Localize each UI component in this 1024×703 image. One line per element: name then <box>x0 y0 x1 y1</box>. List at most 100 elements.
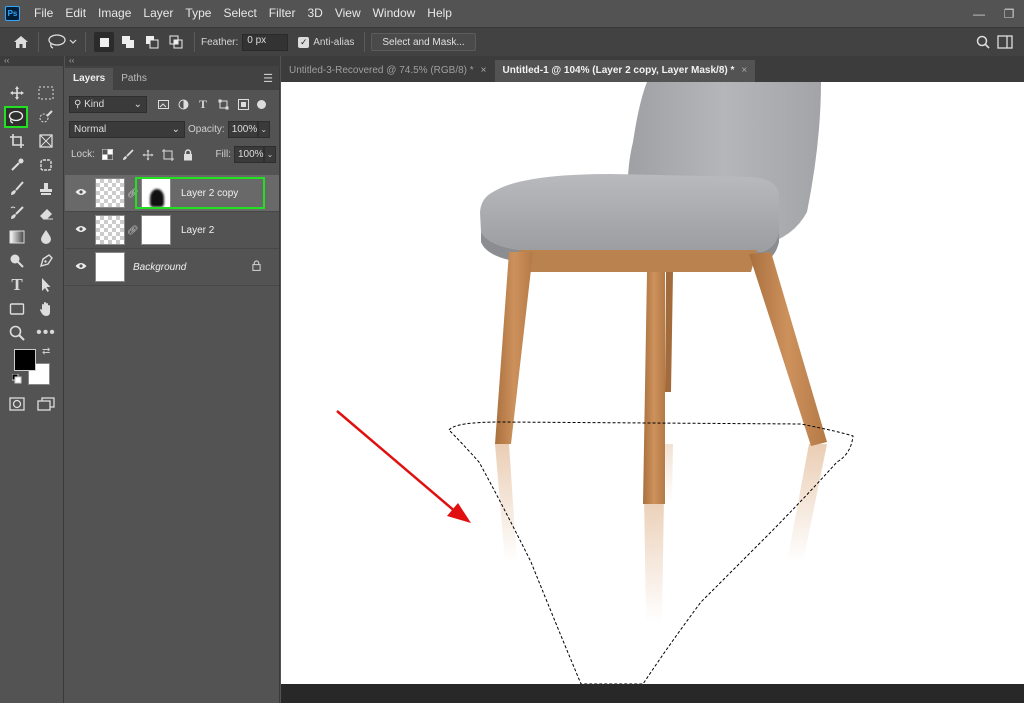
add-to-selection-icon[interactable] <box>118 32 138 52</box>
swap-colors-icon[interactable]: ⇄ <box>42 346 50 357</box>
tab-paths[interactable]: Paths <box>113 68 155 90</box>
lock-artboard-icon[interactable] <box>158 146 178 164</box>
zoom-tool-icon[interactable] <box>5 322 29 344</box>
link-chain-icon[interactable]: 🔗︎ <box>127 188 138 199</box>
layer-name[interactable]: Layer 2 copy <box>181 188 238 199</box>
filter-type-icon[interactable]: T <box>193 96 213 114</box>
menu-view[interactable]: View <box>329 0 367 27</box>
layer-mask-thumbnail[interactable] <box>141 215 171 245</box>
brush-tool-icon[interactable] <box>5 178 29 200</box>
layer-row-background[interactable]: Background <box>65 249 279 286</box>
tab-untitled-3-recovered[interactable]: Untitled-3-Recovered @ 74.5% (RGB/8) * × <box>281 60 495 82</box>
tab-untitled-1[interactable]: Untitled-1 @ 104% (Layer 2 copy, Layer M… <box>494 60 756 82</box>
crop-tool-icon[interactable] <box>5 130 29 152</box>
gradient-tool-icon[interactable] <box>5 226 29 248</box>
antialias-checkbox[interactable]: ✓ <box>298 36 310 48</box>
fill-label: Fill: <box>215 149 231 160</box>
select-and-mask-button[interactable]: Select and Mask... <box>371 33 476 51</box>
menu-file[interactable]: File <box>28 0 59 27</box>
rectangle-tool-icon[interactable] <box>5 298 29 320</box>
dodge-tool-icon[interactable] <box>5 250 29 272</box>
layer-mask-thumbnail[interactable] <box>141 178 171 208</box>
link-chain-icon[interactable]: 🔗︎ <box>127 225 138 236</box>
menu-image[interactable]: Image <box>92 0 137 27</box>
hand-tool-icon[interactable] <box>34 298 58 320</box>
layer-thumbnail[interactable] <box>95 252 125 282</box>
filter-kind-select[interactable]: ⚲ Kind ⌄ <box>69 96 147 113</box>
subtract-from-selection-icon[interactable] <box>142 32 162 52</box>
clone-stamp-tool-icon[interactable] <box>34 178 58 200</box>
eyedropper-tool-icon[interactable] <box>5 154 29 176</box>
layer-name[interactable]: Background <box>133 262 186 273</box>
default-colors-icon[interactable] <box>11 373 22 386</box>
more-tools-icon[interactable]: ••• <box>34 322 58 344</box>
restore-button[interactable]: ❐ <box>994 0 1024 27</box>
lock-transparent-icon[interactable] <box>98 146 118 164</box>
pen-tool-icon[interactable] <box>34 250 58 272</box>
menu-layer[interactable]: Layer <box>137 0 179 27</box>
layer-thumbnail[interactable] <box>95 178 125 208</box>
layer-thumbnail[interactable] <box>95 215 125 245</box>
menu-filter[interactable]: Filter <box>263 0 302 27</box>
layer-row-layer-2-copy[interactable]: 🔗︎ Layer 2 copy <box>65 175 279 212</box>
feather-input[interactable]: 0 px <box>242 33 289 51</box>
filter-smart-object-icon[interactable] <box>233 96 253 114</box>
panel-menu-icon[interactable]: ☰ <box>263 72 273 85</box>
layer-name[interactable]: Layer 2 <box>181 225 214 236</box>
blend-mode-select[interactable]: Normal ⌄ <box>69 121 185 138</box>
document-canvas[interactable] <box>281 82 1024 684</box>
visibility-eye-icon[interactable] <box>71 224 91 236</box>
fill-dropdown-icon[interactable]: ⌄ <box>264 146 276 163</box>
quick-selection-tool-icon[interactable] <box>34 106 58 128</box>
filter-pixel-icon[interactable] <box>153 96 173 114</box>
home-icon[interactable] <box>10 31 32 53</box>
menu-edit[interactable]: Edit <box>59 0 92 27</box>
panel-collapse-toggle[interactable]: ‹‹ <box>65 56 280 66</box>
lasso-tool-icon[interactable] <box>4 106 28 128</box>
opacity-input[interactable]: 100% <box>227 121 258 138</box>
lasso-preset-icon[interactable] <box>45 31 79 53</box>
close-icon[interactable]: × <box>481 60 487 82</box>
menu-3d[interactable]: 3D <box>301 0 328 27</box>
filter-toggle-icon[interactable] <box>257 100 266 109</box>
type-tool-icon[interactable]: T <box>5 274 29 296</box>
menu-help[interactable]: Help <box>421 0 458 27</box>
photoshop-logo[interactable]: Ps <box>5 6 20 21</box>
lock-pixels-icon[interactable] <box>118 146 138 164</box>
menu-select[interactable]: Select <box>217 0 262 27</box>
lock-position-icon[interactable] <box>138 146 158 164</box>
tab-layers[interactable]: Layers <box>65 68 114 90</box>
quick-mask-icon[interactable] <box>5 393 29 415</box>
menu-type[interactable]: Type <box>179 0 217 27</box>
canvas-area[interactable] <box>281 82 1024 703</box>
eraser-tool-icon[interactable] <box>34 202 58 224</box>
minimize-button[interactable]: — <box>964 0 994 27</box>
foreground-color-swatch[interactable] <box>14 349 36 371</box>
visibility-eye-icon[interactable] <box>71 187 91 199</box>
close-icon[interactable]: × <box>741 60 747 82</box>
fill-input[interactable]: 100% <box>234 146 264 163</box>
lock-all-icon[interactable] <box>178 146 198 164</box>
frame-tool-icon[interactable] <box>34 130 58 152</box>
move-tool-icon[interactable] <box>5 82 29 104</box>
intersect-selection-icon[interactable] <box>166 32 186 52</box>
menu-window[interactable]: Window <box>367 0 422 27</box>
screen-mode-icon[interactable] <box>34 393 58 415</box>
tools-collapse-toggle[interactable]: ‹‹ <box>0 56 64 66</box>
spot-healing-tool-icon[interactable] <box>34 154 58 176</box>
search-icon[interactable] <box>972 31 994 53</box>
chair-leg-front-left <box>495 252 533 444</box>
workspace-icon[interactable] <box>994 31 1016 53</box>
visibility-eye-icon[interactable] <box>71 261 91 273</box>
filter-shape-icon[interactable] <box>213 96 233 114</box>
toolbar: T ••• ⇄ <box>0 66 64 703</box>
blur-tool-icon[interactable] <box>34 226 58 248</box>
canvas-image[interactable] <box>281 82 1024 684</box>
path-selection-tool-icon[interactable] <box>34 274 58 296</box>
opacity-dropdown-icon[interactable]: ⌄ <box>257 121 270 138</box>
layer-row-layer-2[interactable]: 🔗︎ Layer 2 <box>65 212 279 249</box>
history-brush-tool-icon[interactable] <box>5 202 29 224</box>
marquee-tool-icon[interactable] <box>34 82 58 104</box>
filter-adjustment-icon[interactable] <box>173 96 193 114</box>
new-selection-icon[interactable] <box>94 32 114 52</box>
